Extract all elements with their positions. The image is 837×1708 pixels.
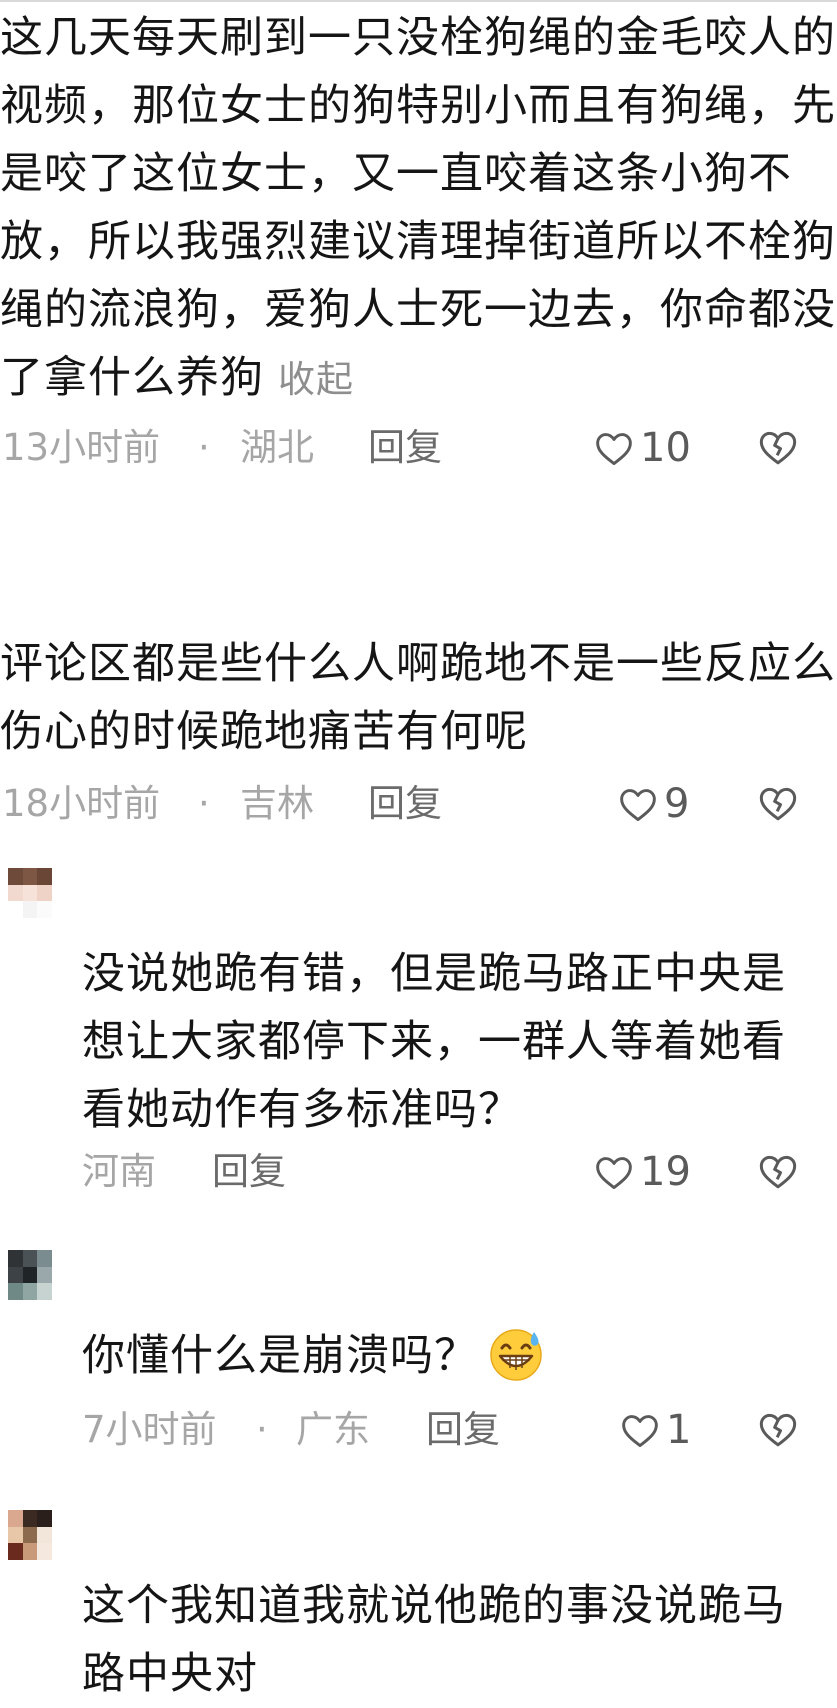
- comment-item: 评论区都是些什么人啊跪地不是一些反应么伤心的时候跪地痛苦有何呢: [0, 630, 837, 766]
- heart-icon: [622, 1415, 658, 1448]
- broken-heart-icon[interactable]: [758, 1410, 798, 1448]
- comment-text: 这几天每天刷到一只没栓狗绳的金毛咬人的视频，那位女士的狗特别小而且有狗绳，先是咬…: [0, 13, 836, 403]
- reply-text: 这个我知道我就说他跪的事没说跪马路中央对: [82, 1581, 786, 1699]
- like-count: 10: [640, 425, 691, 471]
- comment-meta: 13小时前 · 湖北 回复 10: [0, 422, 837, 474]
- reply-button[interactable]: 回复: [368, 422, 442, 474]
- like-button[interactable]: 19: [594, 1146, 691, 1198]
- comment-item: 这几天每天刷到一只没栓狗绳的金毛咬人的视频，那位女士的狗特别小而且有狗绳，先是咬…: [0, 4, 837, 414]
- like-button[interactable]: 9: [618, 778, 689, 830]
- reply-text-content: 你懂什么是崩溃吗？: [82, 1331, 478, 1381]
- avatar[interactable]: [8, 1510, 52, 1560]
- reply-button[interactable]: 回复: [368, 778, 442, 830]
- reply-button[interactable]: 回复: [212, 1146, 286, 1198]
- grinning-sweat-emoji-icon: [490, 1329, 542, 1381]
- heart-icon: [620, 789, 656, 822]
- meta-separator: ·: [256, 1408, 268, 1451]
- broken-heart-icon[interactable]: [758, 784, 798, 822]
- comment-text: 评论区都是些什么人啊跪地不是一些反应么伤心的时候跪地痛苦有何呢: [0, 639, 836, 757]
- broken-heart-icon[interactable]: [758, 428, 798, 466]
- avatar[interactable]: [8, 868, 52, 918]
- reply-text: 你懂什么是崩溃吗？: [82, 1322, 822, 1390]
- comment-region: 湖北: [240, 426, 314, 469]
- reply-region: 广东: [296, 1408, 370, 1451]
- avatar[interactable]: [8, 1250, 52, 1300]
- comment-time: 13小时前: [2, 426, 161, 469]
- reply-button[interactable]: 回复: [426, 1404, 500, 1456]
- heart-icon: [596, 1157, 632, 1190]
- comment-time: 18小时前: [2, 782, 161, 825]
- broken-heart-icon[interactable]: [758, 1152, 798, 1190]
- like-count: 19: [640, 1149, 691, 1195]
- collapse-button[interactable]: 收起: [278, 358, 354, 401]
- meta-separator: ·: [198, 782, 210, 825]
- reply-meta: 7小时前 · 广东 回复 1: [0, 1404, 837, 1456]
- heart-icon: [596, 433, 632, 466]
- comment-meta: 18小时前 · 吉林 回复 9: [0, 778, 837, 830]
- like-count: 1: [666, 1407, 692, 1453]
- top-divider: [0, 0, 837, 2]
- reply-text: 没说她跪有错，但是跪马路正中央是想让大家都停下来，一群人等着她看看她动作有多标准…: [82, 949, 786, 1135]
- reply-region: 河南: [82, 1150, 156, 1193]
- reply-meta: 河南 回复 19: [0, 1146, 837, 1198]
- like-button[interactable]: 1: [620, 1404, 691, 1456]
- like-button[interactable]: 10: [594, 422, 691, 474]
- like-count: 9: [664, 781, 690, 827]
- comment-region: 吉林: [240, 782, 314, 825]
- meta-separator: ·: [198, 426, 210, 469]
- reply-time: 7小时前: [82, 1408, 217, 1451]
